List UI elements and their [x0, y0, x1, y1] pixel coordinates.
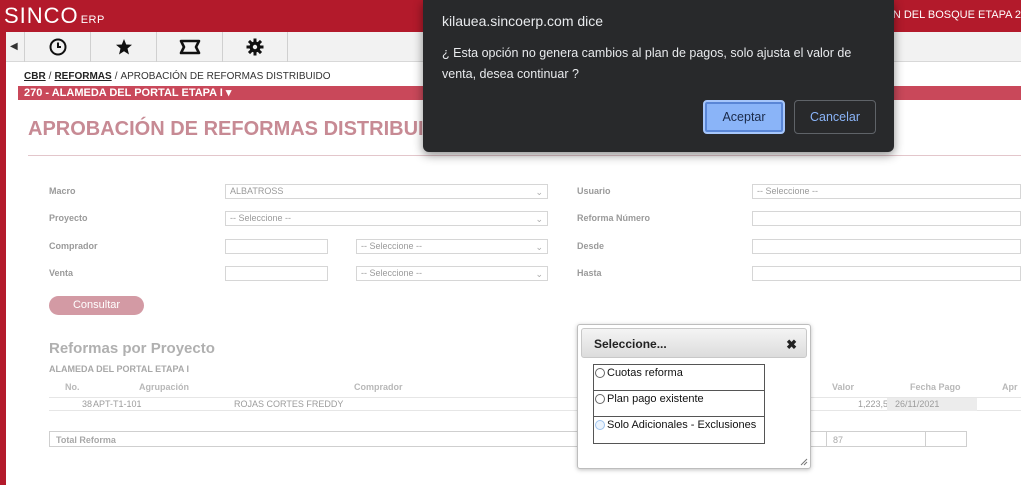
consultar-button[interactable]: Consultar — [49, 296, 144, 315]
comprador-input[interactable] — [225, 239, 328, 254]
chevron-down-icon: ⌄ — [535, 242, 543, 252]
option-label: Solo Adicionales - Exclusiones — [607, 419, 757, 431]
hasta-label: Hasta — [577, 268, 602, 278]
breadcrumb-separator: / — [48, 71, 52, 82]
usuario-select[interactable]: -- Seleccione -- — [752, 184, 1021, 199]
chevron-down-icon: ⌄ — [535, 187, 543, 197]
header-agrupacion: Agrupación — [139, 382, 190, 392]
usuario-label: Usuario — [577, 186, 611, 196]
section-title: Reformas por Proyecto — [49, 340, 215, 357]
macro-select[interactable]: ALBATROSS ⌄ — [225, 184, 548, 199]
radio-icon[interactable] — [595, 420, 605, 430]
aceptar-button[interactable]: Aceptar — [703, 100, 785, 134]
desde-label: Desde — [577, 241, 605, 251]
option-label: Plan pago existente — [607, 393, 704, 405]
header-fecha-pago: Fecha Pago — [910, 382, 961, 392]
venta-input[interactable] — [225, 266, 328, 281]
chevron-down-icon: ⌄ — [535, 214, 543, 224]
resize-grip-icon[interactable] — [798, 456, 808, 466]
desde-input[interactable] — [752, 239, 1021, 254]
clock-icon — [49, 38, 66, 56]
breadcrumb-cbr[interactable]: CBR — [24, 71, 46, 82]
proyecto-select-value: -- Seleccione -- — [230, 213, 292, 223]
proyecto-select[interactable]: -- Seleccione -- ⌄ — [225, 211, 548, 226]
header-valor: Valor — [832, 382, 855, 392]
comprador-select[interactable]: -- Seleccione -- ⌄ — [356, 239, 548, 254]
cell-agrupacion: APT-T1-101 — [93, 399, 142, 409]
settings-button[interactable] — [222, 32, 288, 62]
tickets-button[interactable] — [156, 32, 222, 62]
total-divider — [925, 432, 926, 446]
header-apr: Apr — [1002, 382, 1018, 392]
sinco-logo[interactable]: SINCO ERP — [4, 3, 105, 29]
option-list: Cuotas reforma Plan pago existente Solo … — [593, 364, 765, 444]
favorites-button[interactable] — [90, 32, 156, 62]
venta-select[interactable]: -- Seleccione -- ⌄ — [356, 266, 548, 281]
history-button[interactable] — [24, 32, 90, 62]
table-row[interactable]: 38 APT-T1-101 ROJAS CORTES FREDDY 1,223,… — [49, 397, 1021, 411]
star-icon — [115, 39, 132, 55]
confirm-dialog: kilauea.sincoerp.com dice ¿ Esta opción … — [423, 0, 894, 152]
reforma-numero-input[interactable] — [752, 211, 1021, 226]
macro-select-value: ALBATROSS — [230, 186, 284, 196]
table-header: No. Agrupación Comprador Valor Fecha Pag… — [49, 382, 1021, 395]
total-divider — [826, 432, 827, 446]
option-solo-adicionales[interactable]: Solo Adicionales - Exclusiones — [594, 417, 764, 443]
total-row: Total Reforma 87 — [49, 431, 967, 447]
logo-sub: ERP — [80, 14, 105, 26]
total-label: Total Reforma — [56, 435, 116, 445]
option-plan-pago-existente[interactable]: Plan pago existente — [594, 391, 764, 417]
left-edge-strip — [0, 32, 6, 485]
venta-label: Venta — [49, 268, 74, 278]
seleccione-dialog: Seleccione... ✖ Cuotas reforma Plan pago… — [577, 324, 811, 469]
cancelar-button[interactable]: Cancelar — [794, 100, 876, 134]
dialog-header[interactable]: Seleccione... ✖ — [581, 328, 807, 358]
page-title: APROBACIÓN DE REFORMAS DISTRIBUIDO — [28, 118, 454, 140]
macro-label: Macro — [49, 186, 76, 196]
option-label: Cuotas reforma — [607, 367, 683, 379]
usuario-select-value: -- Seleccione -- — [757, 186, 819, 196]
tag-icon — [179, 39, 200, 55]
hasta-input[interactable] — [752, 266, 1021, 281]
section-subtitle: ALAMEDA DEL PORTAL ETAPA I — [49, 364, 190, 374]
reforma-numero-label: Reforma Número — [577, 213, 651, 223]
title-divider — [28, 155, 1021, 156]
header-comprador: Comprador — [354, 382, 403, 392]
breadcrumb: CBR / REFORMAS / APROBACIÓN DE REFORMAS DIST… — [24, 71, 331, 82]
dialog-host: kilauea.sincoerp.com dice — [442, 13, 604, 29]
header-project-label[interactable]: ON DEL BOSQUE ETAPA 2 — [884, 9, 1021, 21]
breadcrumb-separator: / — [114, 71, 118, 82]
venta-select-value: -- Seleccione -- — [361, 268, 423, 278]
header-no: No. — [65, 382, 80, 392]
dialog-title: Seleccione... — [594, 337, 667, 351]
breadcrumb-reformas[interactable]: REFORMAS — [54, 71, 111, 82]
proyecto-label: Proyecto — [49, 213, 88, 223]
radio-icon[interactable] — [595, 394, 605, 404]
option-cuotas-reforma[interactable]: Cuotas reforma — [594, 365, 764, 391]
close-icon[interactable]: ✖ — [786, 337, 797, 353]
total-value: 87 — [833, 435, 844, 445]
cell-no: 38 — [82, 399, 93, 409]
radio-icon[interactable] — [595, 368, 605, 378]
cell-fecha-pago: 26/11/2021 — [895, 399, 940, 409]
comprador-select-value: -- Seleccione -- — [361, 241, 423, 251]
breadcrumb-current: APROBACIÓN DE REFORMAS DISTRIBUIDO — [120, 71, 331, 82]
comprador-label: Comprador — [49, 241, 98, 251]
logo-main: SINCO — [4, 3, 79, 28]
collapse-arrow-icon[interactable]: ◀ — [10, 41, 18, 52]
gear-icon — [246, 38, 264, 56]
fecha-pago-field[interactable]: 26/11/2021 — [887, 398, 977, 411]
chevron-down-icon: ⌄ — [535, 269, 543, 279]
cell-comprador: ROJAS CORTES FREDDY — [234, 399, 344, 409]
dialog-message: ¿ Esta opción no genera cambios al plan … — [442, 46, 852, 81]
